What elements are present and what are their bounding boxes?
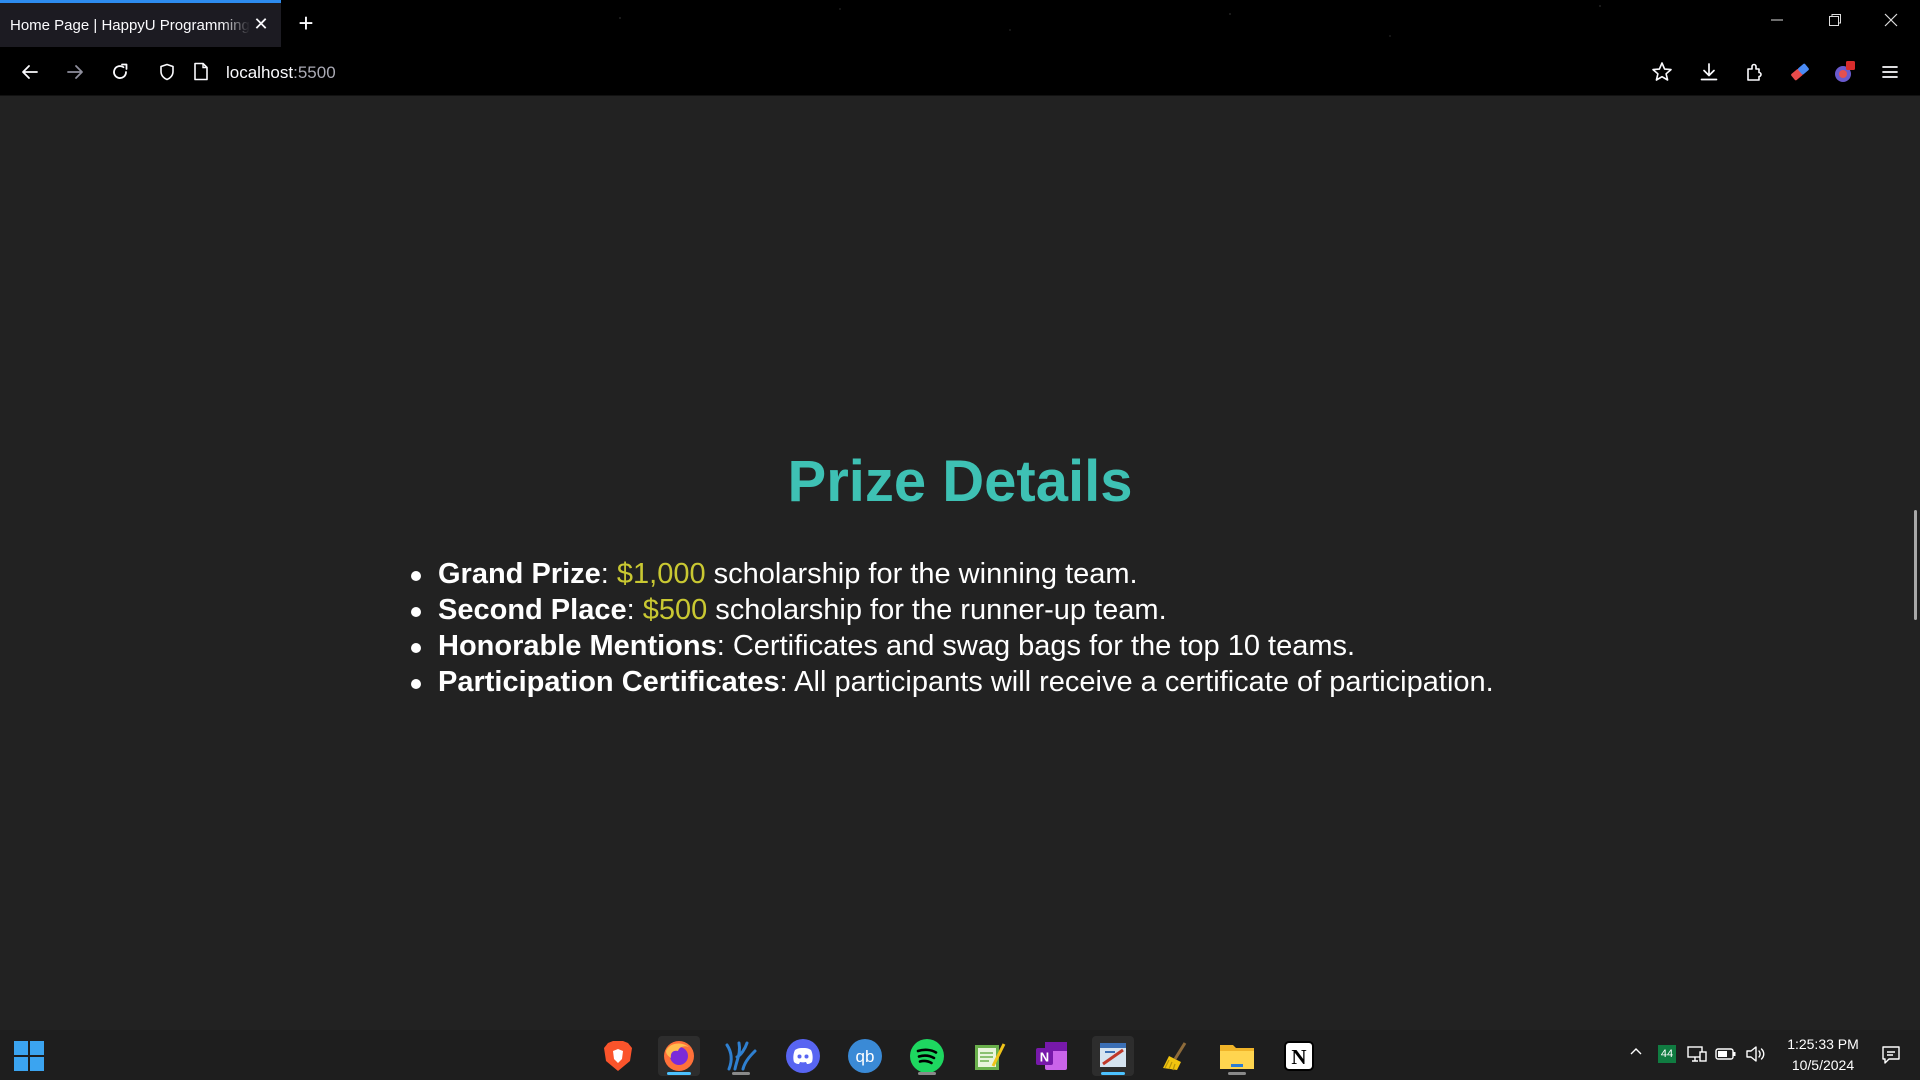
url-text[interactable]: localhost:5500	[226, 63, 336, 83]
extensions-button[interactable]	[1740, 57, 1770, 87]
new-tab-button[interactable]: +	[292, 10, 320, 38]
notifications-icon[interactable]	[1880, 1044, 1902, 1069]
svg-text:N: N	[1040, 1050, 1049, 1065]
clock-time: 1:25:33 PM	[1787, 1036, 1859, 1052]
prize-title: Second Place	[438, 594, 627, 626]
vscodium-icon	[725, 1041, 757, 1071]
download-icon	[1700, 63, 1718, 81]
reload-button[interactable]	[105, 57, 135, 87]
taskbar-app-file-explorer[interactable]	[1216, 1036, 1258, 1076]
url-host: localhost	[226, 63, 294, 82]
taskbar-app-vscodium[interactable]	[720, 1036, 762, 1076]
prize-title: Honorable Mentions	[438, 630, 717, 662]
show-hidden-icons-icon[interactable]	[1628, 1043, 1644, 1062]
battery-icon[interactable]	[1714, 1044, 1738, 1067]
notepad-icon	[975, 1043, 1006, 1070]
taskbar-app-snipping[interactable]	[1092, 1036, 1134, 1076]
taskbar-app-notepad[interactable]	[968, 1036, 1010, 1076]
prize-title: Grand Prize	[438, 558, 601, 590]
shield-icon[interactable]	[158, 63, 176, 81]
tab-home-page[interactable]: Home Page | HappyU Programming ✕	[0, 0, 281, 47]
taskbar-app-discord[interactable]	[782, 1036, 824, 1076]
paint-icon	[1100, 1043, 1126, 1067]
forward-arrow-icon	[67, 65, 83, 79]
prize-list: Grand Prize: $1,000 scholarship for the …	[411, 556, 1494, 700]
file-explorer-icon	[1220, 1045, 1254, 1069]
eraser-icon	[1791, 63, 1809, 81]
list-item: Grand Prize: $1,000 scholarship for the …	[411, 556, 1494, 592]
prize-title: Participation Certificates	[438, 666, 780, 698]
prize-amount: $500	[642, 594, 708, 626]
page-content: Prize Details Grand Prize: $1,000 schola…	[0, 96, 1920, 1030]
scrollbar-thumb[interactable]	[1914, 510, 1917, 620]
url-bar[interactable]: localhost:5500	[149, 53, 1627, 91]
hamburger-menu-icon	[1882, 66, 1898, 78]
page-title: Prize Details	[787, 449, 1133, 514]
list-item: Second Place: $500 scholarship for the r…	[411, 592, 1494, 628]
profile-shield-icon	[1835, 61, 1855, 82]
prize-description: scholarship for the runner-up team.	[707, 594, 1167, 626]
star-icon	[1652, 62, 1672, 81]
taskbar-app-notion[interactable]: N	[1278, 1036, 1320, 1076]
list-item: Participation Certificates: All particip…	[411, 666, 1494, 698]
minimize-icon[interactable]	[1760, 8, 1794, 38]
taskbar: qb N N 44 1:25:33 PM 10/5/2024	[0, 1030, 1920, 1080]
prize-amount: $1,000	[616, 558, 706, 590]
taskbar-app-qbittorrent[interactable]: qb	[844, 1036, 886, 1076]
cleaner-icon	[1163, 1042, 1187, 1071]
tab-title: Home Page | HappyU Programming	[10, 16, 250, 34]
downloads-button[interactable]	[1694, 57, 1724, 87]
volume-icon[interactable]	[1744, 1044, 1766, 1067]
back-arrow-icon	[22, 65, 38, 79]
onenote-icon: N	[1036, 1042, 1067, 1070]
notion-icon: N	[1284, 1041, 1314, 1071]
spotify-icon	[910, 1039, 944, 1073]
url-port: :5500	[293, 63, 336, 82]
list-item: Honorable Mentions: Certificates and swa…	[411, 628, 1494, 664]
prize-description: Certificates and swag bags for the top 1…	[732, 630, 1356, 662]
taskbar-app-brave[interactable]	[597, 1036, 639, 1076]
taskbar-app-spotify[interactable]	[906, 1036, 948, 1076]
start-button[interactable]	[14, 1041, 44, 1071]
clock[interactable]: 1:25:33 PM 10/5/2024	[1783, 1034, 1863, 1076]
firefox-icon	[664, 1041, 694, 1071]
taskbar-app-onenote[interactable]: N	[1030, 1036, 1072, 1076]
prize-description: scholarship for the winning team.	[705, 558, 1138, 590]
back-button[interactable]	[15, 57, 45, 87]
prize-description: All participants will receive a certific…	[794, 666, 1494, 698]
network-icon[interactable]	[1686, 1043, 1708, 1068]
discord-icon	[786, 1039, 820, 1073]
menu-button[interactable]	[1875, 57, 1905, 87]
tab-close-icon[interactable]: ✕	[251, 14, 271, 34]
bookmark-star-button[interactable]	[1647, 57, 1677, 87]
puzzle-icon	[1747, 63, 1762, 81]
page-icon[interactable]	[193, 62, 209, 81]
taskbar-app-firefox[interactable]	[658, 1036, 700, 1076]
windows-logo-icon	[14, 1041, 28, 1055]
profile-extension-button[interactable]	[1829, 57, 1859, 87]
tray-badge[interactable]: 44	[1658, 1045, 1676, 1063]
svg-text:N: N	[1291, 1045, 1306, 1069]
eraser-extension-button[interactable]	[1785, 57, 1815, 87]
reload-icon	[113, 63, 128, 79]
clock-date: 10/5/2024	[1791, 1057, 1855, 1073]
svg-text:qb: qb	[856, 1047, 875, 1066]
restore-icon[interactable]	[1818, 8, 1852, 38]
nav-toolbar: localhost:5500	[0, 47, 1920, 96]
close-window-icon[interactable]	[1874, 8, 1908, 38]
brave-icon	[604, 1041, 632, 1071]
tab-strip: Home Page | HappyU Programming ✕ +	[0, 0, 1920, 47]
taskbar-app-cleaner[interactable]	[1154, 1036, 1196, 1076]
qbittorrent-icon: qb	[848, 1039, 882, 1073]
forward-button[interactable]	[60, 57, 90, 87]
